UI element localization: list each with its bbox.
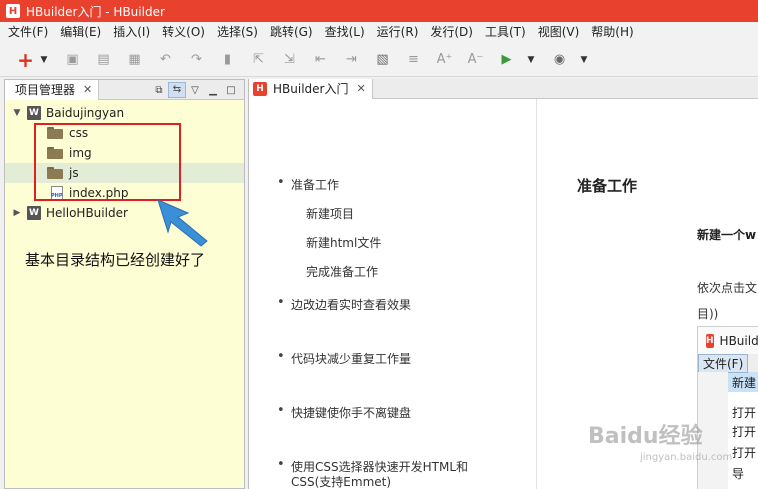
menu-edit[interactable]: 编辑(E) [54,22,107,43]
panel-controls: ⧉ ⇆ ▽ ▁ □ [150,80,240,100]
menu-tools[interactable]: 工具(T) [479,22,532,43]
menu-publish[interactable]: 发行(D) [424,22,479,43]
tree-item-baidujingyan[interactable]: ▼ W Baidujingyan [11,103,124,123]
browser-icon[interactable]: ◉ [548,49,571,71]
jump-end-icon[interactable]: ⇥ [340,49,363,71]
new-dropdown-chevron-icon[interactable]: ▼ [39,49,49,71]
highlight-box [34,123,181,201]
project-panel-tabbar: 项目管理器 ✕ ⧉ ⇆ ▽ ▁ □ [5,79,244,100]
toolbar: + ▼ ▣ ▤ ▦ ↶ ↷ ▮ ⇱ ⇲ ⇤ ⇥ ▧ ≡ A⁺ A⁻ ▶ ▼ ◉ … [0,43,758,77]
menu-view[interactable]: 视图(V) [532,22,586,43]
font-increase-icon[interactable]: A⁺ [433,49,456,71]
window-title: HBuilder入门 - HBuilder [26,4,165,19]
close-icon[interactable]: ✕ [356,82,365,95]
menu-select[interactable]: 选择(S) [211,22,264,43]
baidu-watermark: Baidu经验 [588,424,703,449]
content-text-line: 依次点击文 [697,281,758,295]
outline-list: 准备工作 新建项目 新建html文件 完成准备工作 边改边看实时查看效果 代码块… [249,99,537,489]
tab-project-manager-label: 项目管理器 [15,83,76,97]
outline-item[interactable]: 准备工作 [277,175,339,193]
outline-item-continued[interactable]: CSS(支持Emmet) [291,473,391,489]
format-icon[interactable]: ≡ [402,49,425,71]
outline-item[interactable]: 代码块减少重复工作量 [277,349,411,367]
embedded-screenshot: H HBuilde 文件(F) 新建 打开 打开 打开 导 [697,326,758,489]
minimize-icon[interactable]: ▁ [204,85,222,96]
editor-tabbar: H HBuilder入门 ✕ [249,78,758,99]
run-icon[interactable]: ▶ [495,49,518,71]
menu-find[interactable]: 查找(L) [319,22,371,43]
save-icon[interactable]: ▣ [61,49,84,71]
embedded-title: HBuilde [719,333,758,348]
save-all-icon[interactable]: ▤ [92,49,115,71]
browser-dropdown-chevron-icon[interactable]: ▼ [579,49,589,71]
comment-icon[interactable]: ▧ [371,49,394,71]
outline-item[interactable]: 快捷键使你手不离键盘 [277,403,411,421]
redo-icon[interactable]: ↷ [185,49,208,71]
tab-project-manager[interactable]: 项目管理器 ✕ [5,79,100,100]
menu-insert[interactable]: 插入(I) [107,22,156,43]
collapse-all-icon[interactable]: ⧉ [150,85,168,96]
web-project-icon: W [27,206,41,220]
menu-goto[interactable]: 跳转(G) [264,22,319,43]
content-text-line: 目)) [697,307,719,321]
chevron-down-icon[interactable]: ▼ [11,108,23,118]
embedded-menu-file: 文件(F) [698,353,749,373]
embedded-menubar: 文件(F) [698,353,758,373]
menu-escape[interactable]: 转义(O) [156,22,211,43]
tab-hbuilder-intro[interactable]: H HBuilder入门 ✕ [249,78,373,99]
embedded-titlebar: H HBuilde [698,327,758,354]
maximize-icon[interactable]: □ [222,85,240,96]
hbuilder-app-icon: H [6,4,20,18]
content-subtitle: 新建一个w [697,228,757,242]
outline-item[interactable]: 边改边看实时查看效果 [277,295,411,313]
export-icon[interactable]: ⇱ [247,49,270,71]
menu-help[interactable]: 帮助(H) [585,22,639,43]
close-icon[interactable]: ✕ [83,83,92,96]
outline-subitem[interactable]: 新建项目 [306,205,354,222]
menu-run[interactable]: 运行(R) [371,22,425,43]
annotation-text: 基本目录结构已经创建好了 [25,251,206,269]
tree-item-hellohbuilder[interactable]: ▶ W HelloHBuilder [11,203,128,223]
tab-hbuilder-intro-label: HBuilder入门 [273,82,349,96]
undo-icon[interactable]: ↶ [154,49,177,71]
tree-item-label: HelloHBuilder [46,206,128,220]
tree-item-label: Baidujingyan [46,106,125,120]
jump-start-icon[interactable]: ⇤ [309,49,332,71]
run-dropdown-chevron-icon[interactable]: ▼ [526,49,536,71]
import-icon[interactable]: ⇲ [278,49,301,71]
link-editor-icon[interactable]: ⇆ [168,82,186,98]
window-titlebar: H HBuilder入门 - HBuilder [0,0,758,22]
new-icon[interactable]: + [14,48,37,72]
hbuilder-app-icon: H [706,333,714,348]
menu-file[interactable]: 文件(F) [2,22,54,43]
outline-subitem[interactable]: 完成准备工作 [306,263,378,280]
view-menu-chevron-icon[interactable]: ▽ [186,85,204,96]
outline-subitem[interactable]: 新建html文件 [306,234,381,251]
baidu-watermark-url: jingyan.baidu.com [640,452,733,463]
open-icon[interactable]: ▦ [123,49,146,71]
hbuilder-file-icon: H [253,81,267,96]
bookmark-icon[interactable]: ▮ [216,49,239,71]
menubar: 文件(F) 编辑(E) 插入(I) 转义(O) 选择(S) 跳转(G) 查找(L… [0,22,758,43]
chevron-right-icon[interactable]: ▶ [11,208,23,218]
content-title: 准备工作 [577,177,638,195]
web-project-icon: W [27,106,41,120]
font-decrease-icon[interactable]: A⁻ [464,49,487,71]
